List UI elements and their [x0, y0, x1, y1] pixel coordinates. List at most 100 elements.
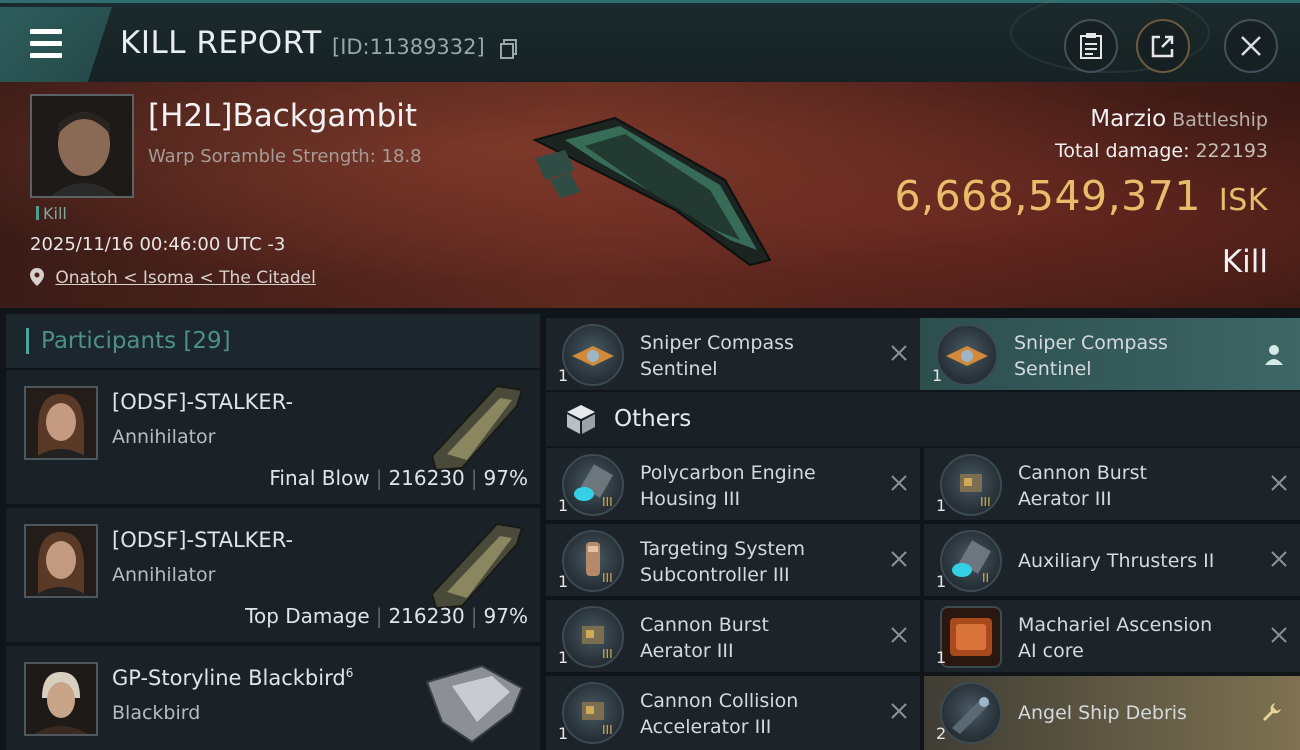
total-damage-label: Total damage: — [1055, 140, 1190, 162]
share-icon — [1151, 35, 1174, 58]
item-name-line2: Subcontroller III — [640, 564, 790, 586]
isk-amount: 6,668,549,371 — [894, 172, 1201, 220]
item-sniper-compass-dropped[interactable]: 1 Sniper Compass Sentinel — [920, 318, 1300, 390]
item-name: Cannon Burst Aerator III — [640, 612, 769, 664]
item-auxiliary-thrusters[interactable]: II 1 Auxiliary Thrusters II — [924, 524, 1300, 596]
participant-name[interactable]: [ODSF]-STALKER- — [112, 528, 293, 552]
participant-name-text: GP-Storyline Blackbird — [112, 666, 346, 690]
participant-damage: 216230 — [388, 466, 465, 490]
victim-portrait[interactable] — [30, 94, 134, 198]
participant-ship-image — [425, 664, 524, 744]
drone-icon — [562, 324, 624, 386]
warp-scramble-stat: Warp Soramble Strength: 18.8 — [148, 146, 422, 167]
item-name-line1: Cannon Burst — [640, 614, 769, 636]
item-name-line1: Polycarbon Engine — [640, 462, 816, 484]
item-machariel-ascension-core[interactable]: 1 Machariel Ascension AI core — [924, 600, 1300, 672]
item-name-line2: Aerator III — [640, 640, 734, 662]
item-name-line2: Sentinel — [640, 358, 718, 380]
item-name: Cannon Collision Accelerator III — [640, 688, 798, 740]
cannon-icon: III — [940, 454, 1002, 516]
item-name-line2: Sentinel — [1014, 358, 1092, 380]
item-name-line1: Cannon Collision — [640, 690, 799, 712]
participant-stats: Top Damage | 216230 | 97% — [245, 604, 528, 628]
participant-percent: 97% — [483, 604, 528, 628]
item-name-line1: Sniper Compass — [640, 332, 794, 354]
item-name-line2: Aerator III — [1018, 488, 1112, 510]
item-targeting-system[interactable]: III 1 Targeting System Subcontroller III — [546, 524, 920, 596]
location-link[interactable]: Onatoh < Isoma < The Citadel — [55, 268, 315, 288]
ship-name: Marzio — [1090, 106, 1167, 132]
isk-unit: ISK — [1218, 183, 1268, 218]
participant-ship: Blackbird — [112, 702, 201, 724]
close-button[interactable] — [1224, 19, 1278, 73]
destroyed-x-icon — [1271, 475, 1287, 491]
item-name: Auxiliary Thrusters II — [1018, 550, 1215, 572]
item-angel-ship-debris[interactable]: 2 Angel Ship Debris — [924, 676, 1300, 750]
avatar — [24, 524, 98, 598]
kill-result: Kill — [1221, 244, 1268, 280]
item-qty: 1 — [558, 496, 569, 515]
participant-name[interactable]: GP-Storyline Blackbird6 — [112, 666, 353, 690]
destroyed-x-icon — [1271, 551, 1287, 567]
participants-header: Participants [29] — [6, 314, 540, 368]
participant-percent: 97% — [483, 466, 528, 490]
report-id: [ID:11389332] — [332, 35, 485, 59]
debris-icon — [940, 682, 1002, 744]
items-grid: 1 Sniper Compass Sentinel 1 Sniper Compas… — [546, 314, 1300, 750]
item-cannon-burst-aerator[interactable]: III 1 Cannon Burst Aerator III — [924, 448, 1300, 520]
wrench-icon — [1263, 703, 1281, 721]
item-sniper-compass[interactable]: 1 Sniper Compass Sentinel — [546, 318, 920, 390]
total-damage-value: 222193 — [1195, 140, 1268, 162]
destroyed-x-icon — [891, 703, 907, 719]
menu-icon — [30, 29, 62, 34]
item-name-line1: Machariel Ascension — [1018, 614, 1213, 636]
svg-text:III: III — [602, 647, 613, 661]
destroyed-x-icon — [891, 475, 907, 491]
item-name: Machariel Ascension AI core — [1018, 612, 1212, 664]
close-icon — [1241, 36, 1261, 56]
victim-name[interactable]: [H2L]Backgambit — [148, 98, 417, 134]
destroyed-x-icon — [1271, 627, 1287, 643]
participant-ship: Annihilator — [112, 564, 216, 586]
participants-count: [29] — [183, 328, 231, 354]
victim-ship[interactable]: Marzio Battleship — [1090, 106, 1268, 132]
participant-avatar — [26, 526, 96, 596]
participant-row[interactable]: [ODSF]-STALKER- Annihilator Final Blow | 2… — [6, 370, 540, 504]
participant-avatar — [26, 664, 96, 734]
svg-text:III: III — [980, 495, 991, 509]
item-cannon-collision-accelerator[interactable]: III 1 Cannon Collision Accelerator III — [546, 676, 920, 750]
subcontroller-icon: III — [562, 530, 624, 592]
clipboard-button[interactable] — [1064, 19, 1118, 73]
share-button[interactable] — [1136, 19, 1190, 73]
engine-icon: III — [562, 454, 624, 516]
ai-core-icon — [940, 606, 1002, 668]
category-label: Others — [614, 406, 692, 432]
category-others: Others — [546, 392, 1300, 446]
isk-value: 6,668,549,371 ISK — [894, 172, 1268, 220]
participant-role: Final Blow — [269, 466, 370, 490]
participant-row[interactable]: [ODSF]-STALKER- Annihilator Top Damage | 2… — [6, 508, 540, 642]
menu-button[interactable] — [0, 7, 112, 83]
item-polycarbon-engine[interactable]: III 1 Polycarbon Engine Housing III — [546, 448, 920, 520]
participant-avatar — [26, 388, 96, 458]
item-cannon-burst-aerator[interactable]: III 1 Cannon Burst Aerator III — [546, 600, 920, 672]
item-qty: 1 — [936, 496, 947, 515]
total-damage: Total damage: 222193 — [1055, 140, 1268, 162]
participant-ship-image — [430, 384, 524, 472]
menu-icon-bar — [30, 41, 62, 46]
item-name-line1: Cannon Burst — [1018, 462, 1147, 484]
item-name: Sniper Compass Sentinel — [640, 330, 794, 382]
item-name-line2: AI core — [1018, 640, 1084, 662]
kill-location[interactable]: Onatoh < Isoma < The Citadel — [30, 268, 316, 288]
item-qty: 1 — [936, 572, 947, 591]
destroyed-x-icon — [891, 345, 907, 361]
participant-name[interactable]: [ODSF]-STALKER- — [112, 390, 293, 414]
participant-damage: 216230 — [388, 604, 465, 628]
copy-icon[interactable] — [500, 39, 518, 59]
menu-icon-bar — [30, 53, 62, 58]
ship-class: Battleship — [1172, 109, 1268, 131]
item-name-line2: Accelerator III — [640, 716, 772, 738]
participant-row[interactable]: GP-Storyline Blackbird6 Blackbird — [6, 646, 540, 750]
kill-tag: Kill — [36, 204, 67, 223]
item-name: Sniper Compass Sentinel — [1014, 330, 1168, 382]
